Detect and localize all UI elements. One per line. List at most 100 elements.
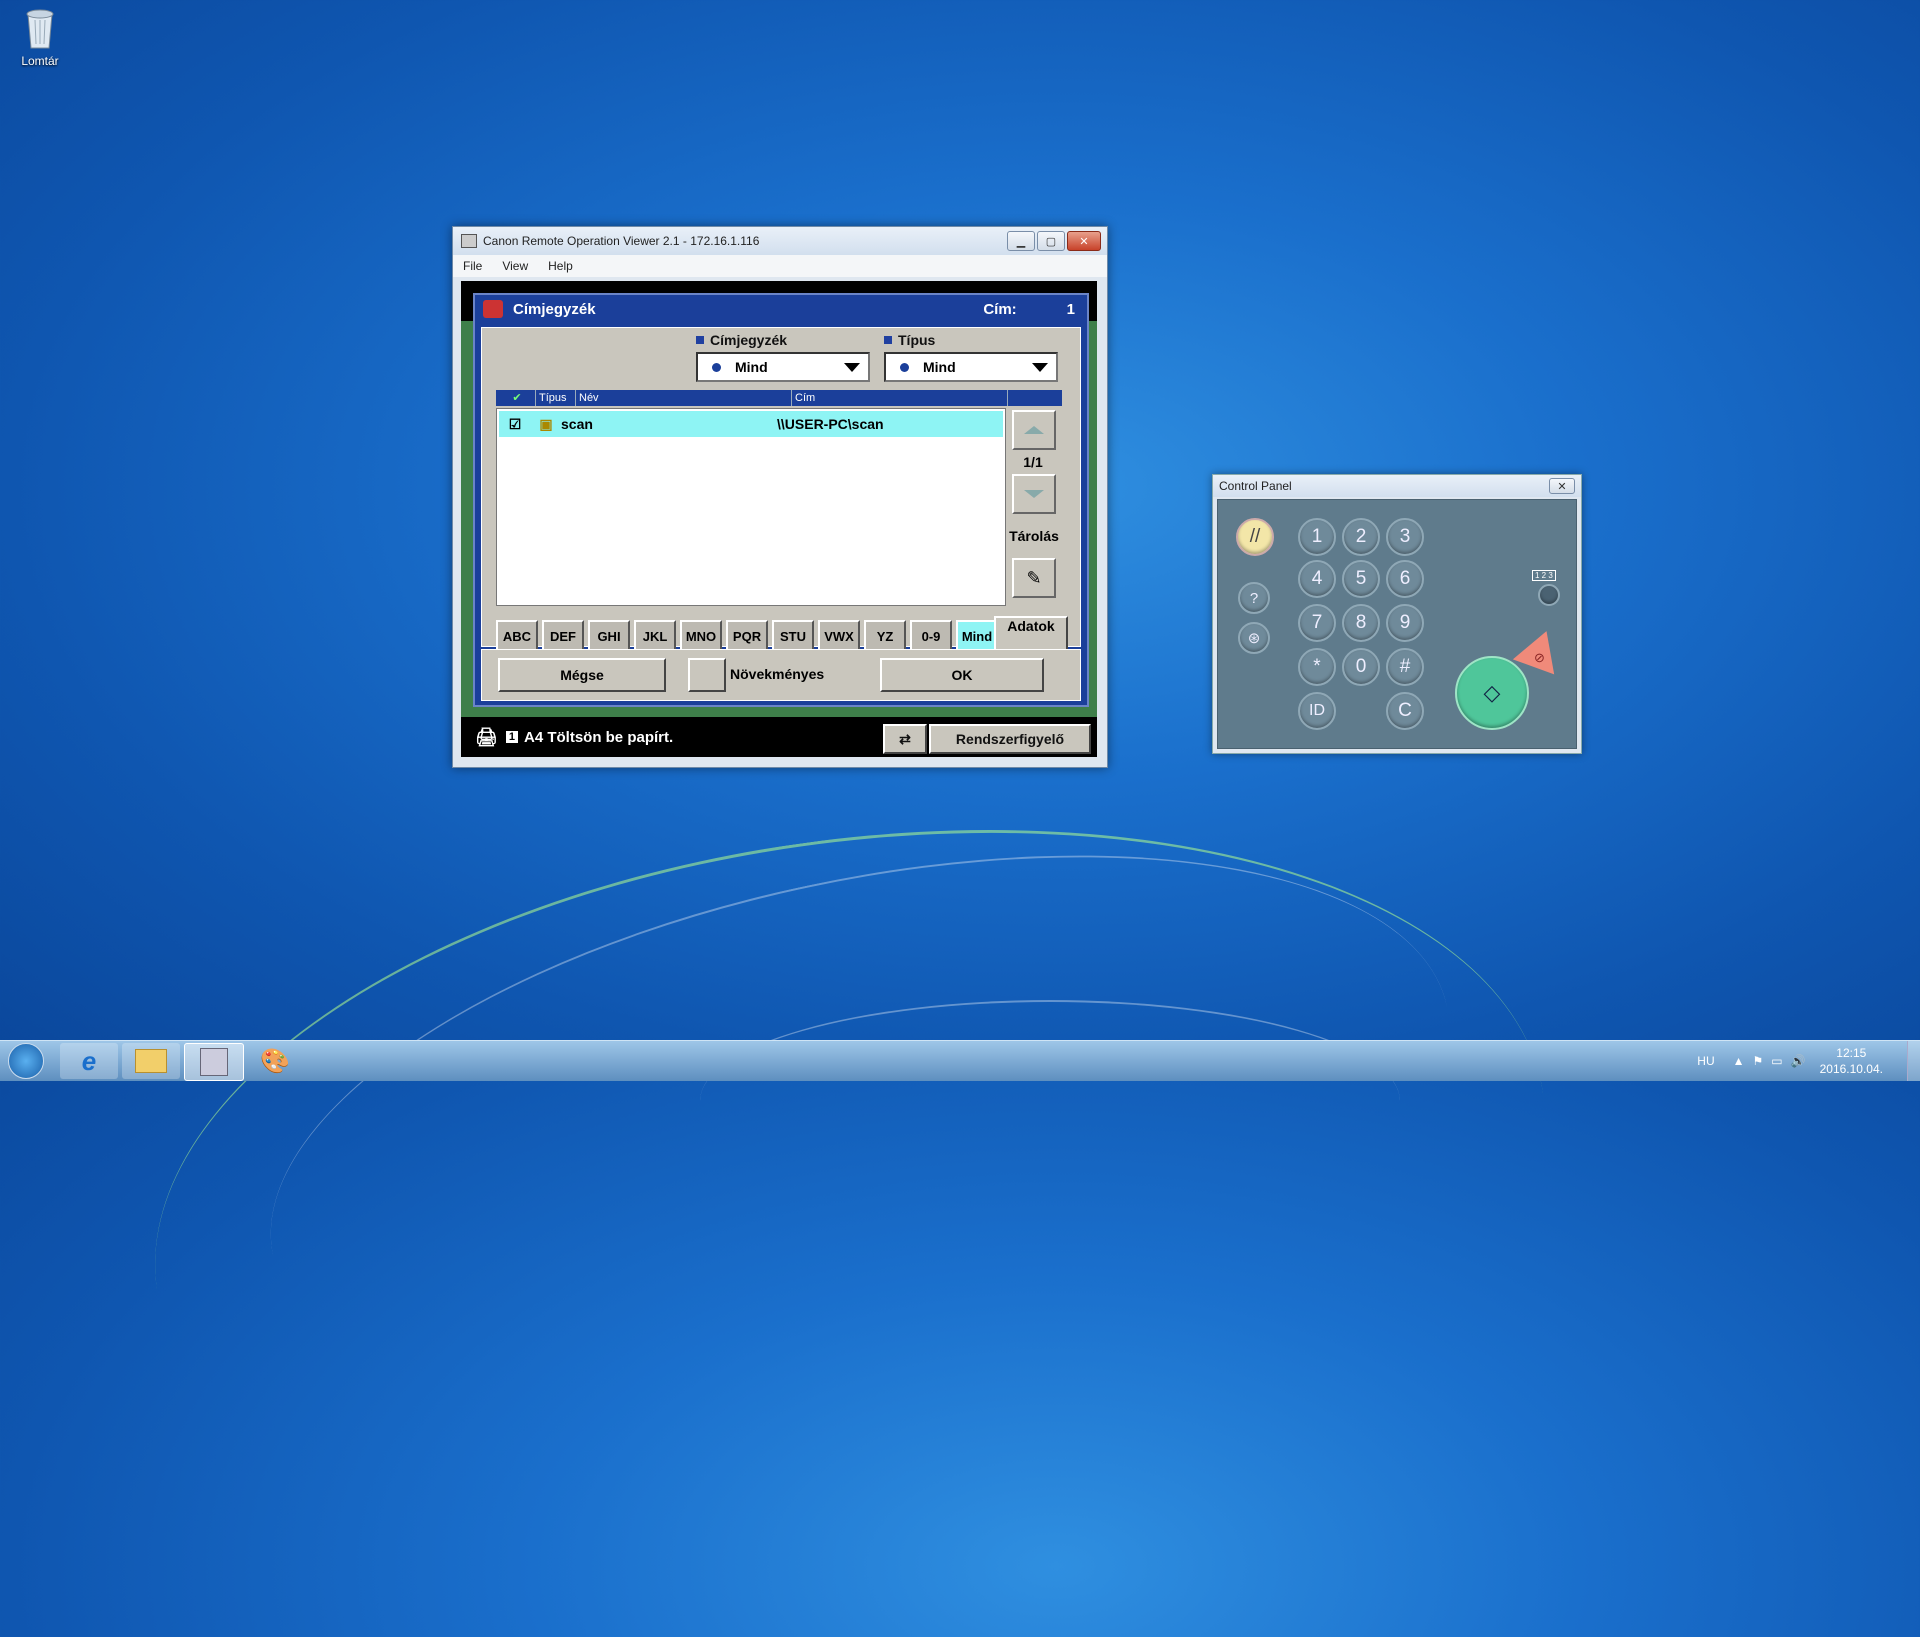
- system-monitor-button[interactable]: Rendszerfigyelő: [929, 724, 1091, 754]
- show-desktop-button[interactable]: [1907, 1041, 1920, 1081]
- page-indicator: 1/1: [1023, 454, 1043, 470]
- counter-check-button[interactable]: [1538, 584, 1560, 606]
- key-4[interactable]: 4: [1298, 560, 1336, 598]
- app-icon: [461, 234, 477, 248]
- key-8[interactable]: 8: [1342, 604, 1380, 642]
- key-vwx[interactable]: VWX: [818, 620, 860, 652]
- reset-button[interactable]: //: [1236, 518, 1274, 556]
- maximize-button[interactable]: ▢: [1037, 231, 1065, 251]
- job-status-button[interactable]: ⇄: [883, 724, 927, 754]
- menu-help[interactable]: Help: [538, 259, 583, 273]
- edit-pen-icon: ✎: [1026, 567, 1042, 588]
- recycle-bin-label: Lomtár: [21, 54, 59, 68]
- taskbar: e 🎨 HU ▲ ⚑ ▭ 🔊 12:15 2016.10.04.: [0, 1040, 1920, 1081]
- id-button[interactable]: ID: [1298, 692, 1336, 730]
- key-0[interactable]: 0: [1342, 648, 1380, 686]
- start-menu-button[interactable]: [0, 1043, 52, 1079]
- window-title: Canon Remote Operation Viewer 2.1 - 172.…: [483, 234, 760, 248]
- taskbar-paint[interactable]: 🎨: [246, 1043, 304, 1079]
- key-hash[interactable]: #: [1386, 648, 1424, 686]
- network-icon[interactable]: ▭: [1771, 1054, 1782, 1068]
- start-button[interactable]: ◇: [1455, 656, 1529, 730]
- control-panel-title: Control Panel: [1219, 479, 1292, 493]
- key-stu[interactable]: STU: [772, 620, 814, 652]
- menu-file[interactable]: File: [453, 259, 492, 273]
- incremental-checkbox[interactable]: [688, 658, 726, 692]
- clock[interactable]: 12:15 2016.10.04.: [1820, 1045, 1883, 1077]
- address-list: ☑ ▣ scan \\USER-PC\scan: [496, 408, 1006, 606]
- column-name: Név: [576, 390, 792, 406]
- help-button[interactable]: ?: [1238, 582, 1270, 614]
- recycle-bin-icon: [23, 6, 57, 50]
- addressbook-filter-label: Címjegyzék: [696, 332, 787, 348]
- key-def[interactable]: DEF: [542, 620, 584, 652]
- clock-time: 12:15: [1836, 1046, 1867, 1060]
- addressbook-dropdown[interactable]: Mind: [696, 352, 870, 382]
- clear-button[interactable]: C: [1386, 692, 1424, 730]
- table-row[interactable]: ☑ ▣ scan \\USER-PC\scan: [499, 411, 1003, 437]
- radio-dot-icon: [712, 362, 721, 372]
- key-6[interactable]: 6: [1386, 560, 1424, 598]
- tray-number-badge: 1: [505, 731, 518, 743]
- menu-view[interactable]: View: [492, 259, 538, 273]
- cim-value: 1: [1066, 300, 1075, 318]
- language-indicator[interactable]: HU: [1697, 1054, 1714, 1068]
- key-ghi[interactable]: GHI: [588, 620, 630, 652]
- panel-footer: Mégse Növekményes OK: [481, 649, 1081, 701]
- show-hidden-icons-icon[interactable]: ▲: [1733, 1054, 1745, 1068]
- windows-logo-icon: [8, 1043, 44, 1079]
- key-star[interactable]: *: [1298, 648, 1336, 686]
- type-dropdown-value: Mind: [923, 359, 956, 375]
- key-2[interactable]: 2: [1342, 518, 1380, 556]
- key-abc[interactable]: ABC: [496, 620, 538, 652]
- taskbar-file-explorer[interactable]: [122, 1043, 180, 1079]
- settings-button[interactable]: ⊛: [1238, 622, 1270, 654]
- key-5[interactable]: 5: [1342, 560, 1380, 598]
- job-status-icon: ⇄: [899, 730, 911, 747]
- dropdown-arrow-icon: [1032, 362, 1048, 372]
- row-address: \\USER-PC\scan: [777, 416, 884, 432]
- action-center-icon[interactable]: ⚑: [1753, 1054, 1764, 1068]
- key-jkl[interactable]: JKL: [634, 620, 676, 652]
- key-1[interactable]: 1: [1298, 518, 1336, 556]
- close-button[interactable]: ✕: [1067, 231, 1101, 251]
- scroll-down-button[interactable]: [1012, 474, 1056, 514]
- system-tray: HU ▲ ⚑ ▭ 🔊 12:15 2016.10.04.: [1697, 1041, 1920, 1081]
- stop-button[interactable]: [1512, 623, 1568, 675]
- recycle-bin-desktop-icon[interactable]: Lomtár: [14, 6, 66, 68]
- incremental-label: Növekményes: [730, 666, 825, 682]
- key-7[interactable]: 7: [1298, 604, 1336, 642]
- key-mno[interactable]: MNO: [680, 620, 722, 652]
- control-panel-titlebar[interactable]: Control Panel ✕: [1213, 475, 1581, 497]
- store-button[interactable]: ✎: [1012, 558, 1056, 598]
- key-3[interactable]: 3: [1386, 518, 1424, 556]
- addressbook-panel: Címjegyzék Cím: 1 Címjegyzék Mind Típus …: [473, 293, 1089, 707]
- status-bar: 🖨 1 A4 Töltsön be papírt. ⇄ Rendszerfigy…: [461, 717, 1097, 757]
- column-address: Cím: [792, 390, 1008, 406]
- taskbar-remote-viewer[interactable]: [184, 1043, 244, 1081]
- window-titlebar[interactable]: Canon Remote Operation Viewer 2.1 - 172.…: [453, 227, 1107, 255]
- key-all[interactable]: Mind: [956, 620, 998, 652]
- key-pqr[interactable]: PQR: [726, 620, 768, 652]
- scroll-up-button[interactable]: [1012, 410, 1056, 450]
- control-panel-close-button[interactable]: ✕: [1549, 478, 1575, 494]
- bullet-icon: [696, 336, 704, 344]
- start-icon: ◇: [1483, 680, 1501, 705]
- bullet-icon: [884, 336, 892, 344]
- volume-icon[interactable]: 🔊: [1791, 1054, 1806, 1068]
- key-9[interactable]: 9: [1386, 604, 1424, 642]
- printer-status-icon: 🖨: [475, 726, 498, 747]
- paint-icon: 🎨: [260, 1047, 290, 1075]
- remote-viewer-icon: [200, 1048, 228, 1076]
- taskbar-internet-explorer[interactable]: e: [60, 1043, 118, 1079]
- counter-label: 1 2 3: [1532, 570, 1556, 581]
- column-type: Típus: [536, 390, 576, 406]
- key-yz[interactable]: YZ: [864, 620, 906, 652]
- minimize-button[interactable]: ▁: [1007, 231, 1035, 251]
- internet-explorer-icon: e: [81, 1045, 97, 1076]
- key-0-9[interactable]: 0-9: [910, 620, 952, 652]
- ok-button[interactable]: OK: [880, 658, 1044, 692]
- type-filter-label: Típus: [884, 332, 935, 348]
- cancel-button[interactable]: Mégse: [498, 658, 666, 692]
- type-dropdown[interactable]: Mind: [884, 352, 1058, 382]
